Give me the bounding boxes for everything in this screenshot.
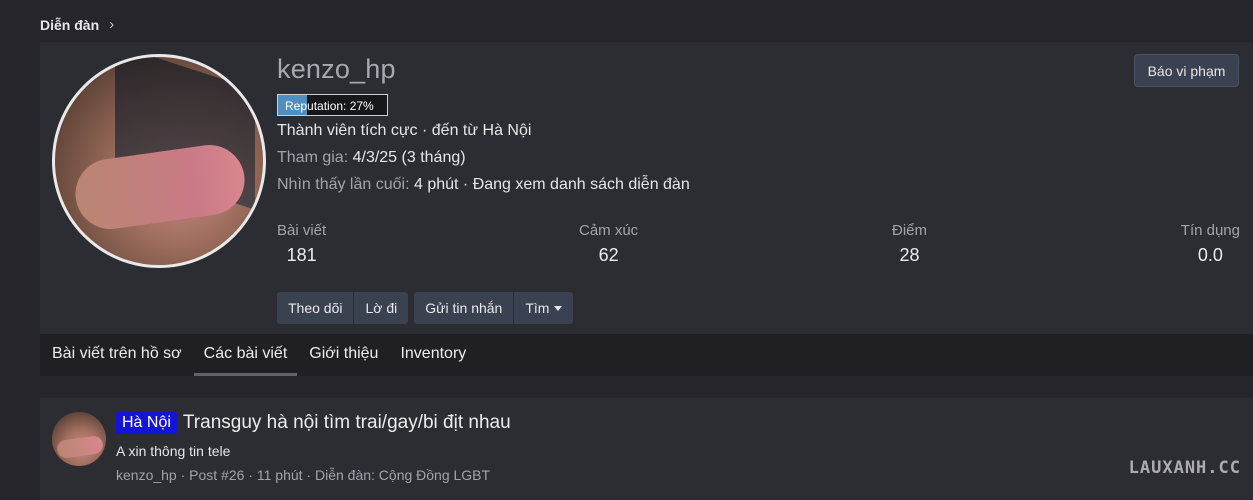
post-title: Hà Nội Transguy hà nội tìm trai/gay/bi đ…	[116, 412, 511, 434]
stat-posts-label: Bài viết	[277, 222, 327, 239]
joined-line: Tham gia: 4/3/25 (3 tháng)	[277, 149, 466, 167]
last-seen-label: Nhìn thấy lần cuối:	[277, 176, 410, 193]
last-seen-line: Nhìn thấy lần cuối: 4 phút · Đang xem da…	[277, 176, 690, 194]
stat-credit: Tín dụng 0.0	[1181, 222, 1240, 266]
breadcrumb-forums-link[interactable]: Diễn đàn	[40, 17, 99, 33]
post-snippet: A xin thông tin tele	[116, 443, 231, 459]
member-title-line: Thành viên tích cực · đến từ Hà Nội	[277, 122, 532, 139]
breadcrumb: Diễn đàn ›	[40, 16, 114, 33]
stat-reactions: Cảm xúc 62	[579, 222, 638, 266]
username: kenzo_hp	[277, 54, 396, 84]
post-title-link[interactable]: Transguy hà nội tìm trai/gay/bi địt nhau	[183, 412, 511, 434]
stats-row: Bài viết 181 Cảm xúc 62 Điểm 28 Tín dụng…	[277, 222, 1240, 272]
chevron-right-icon: ›	[109, 16, 115, 33]
message-find-group: Gửi tin nhắn Tìm	[414, 292, 574, 324]
profile-tabs: Bài viết trên hồ sơ Các bài viết Giới th…	[40, 334, 1253, 376]
watermark-logo: LAUXANH.CC	[1128, 458, 1241, 478]
stat-points-value[interactable]: 28	[892, 245, 927, 266]
stat-reactions-value: 62	[598, 245, 619, 265]
avatar[interactable]	[52, 54, 266, 268]
joined-value: 4/3/25 (3 tháng)	[352, 149, 466, 166]
stat-posts-value[interactable]: 181	[277, 245, 326, 266]
post-meta: kenzo_hp · Post #26 · 11 phút · Diễn đàn…	[116, 467, 491, 483]
reputation-label: Reputation: 27%	[285, 99, 374, 113]
tab-inventory[interactable]: Inventory	[390, 334, 476, 376]
ignore-button[interactable]: Lờ đi	[354, 292, 409, 324]
follow-button[interactable]: Theo dõi	[277, 292, 355, 324]
stat-reactions-label: Cảm xúc	[579, 222, 639, 239]
tab-about[interactable]: Giới thiệu	[299, 334, 388, 376]
profile-card: kenzo_hp Báo vi phạm Reputation: 27% Thà…	[40, 42, 1253, 334]
stat-credit-label: Tín dụng	[1180, 222, 1240, 239]
reputation-bar: Reputation: 27%	[277, 94, 388, 116]
last-seen-value[interactable]: 4 phút · Đang xem danh sách diễn đàn	[414, 176, 690, 193]
profile-actions: Theo dõi Lờ đi Gửi tin nhắn Tìm	[277, 292, 574, 324]
joined-label: Tham gia:	[277, 149, 349, 166]
stat-points[interactable]: Điểm 28	[892, 222, 927, 266]
stat-points-label: Điểm	[892, 222, 928, 239]
find-label: Tìm	[525, 300, 550, 316]
follow-ignore-group: Theo dõi Lờ đi	[277, 292, 409, 324]
report-button[interactable]: Báo vi phạm	[1134, 54, 1239, 87]
find-dropdown-button[interactable]: Tìm	[514, 292, 574, 324]
prefix-badge[interactable]: Hà Nội	[116, 412, 177, 434]
stat-credit-value: 0.0	[1197, 245, 1223, 265]
stat-posts[interactable]: Bài viết 181	[277, 222, 326, 266]
list-item: Hà Nội Transguy hà nội tìm trai/gay/bi đ…	[40, 398, 1253, 500]
caret-down-icon	[554, 305, 563, 311]
post-avatar[interactable]	[52, 412, 106, 466]
tab-posts[interactable]: Các bài viết	[193, 334, 298, 376]
send-message-button[interactable]: Gửi tin nhắn	[414, 292, 515, 324]
tab-profile-posts[interactable]: Bài viết trên hồ sơ	[42, 334, 192, 376]
